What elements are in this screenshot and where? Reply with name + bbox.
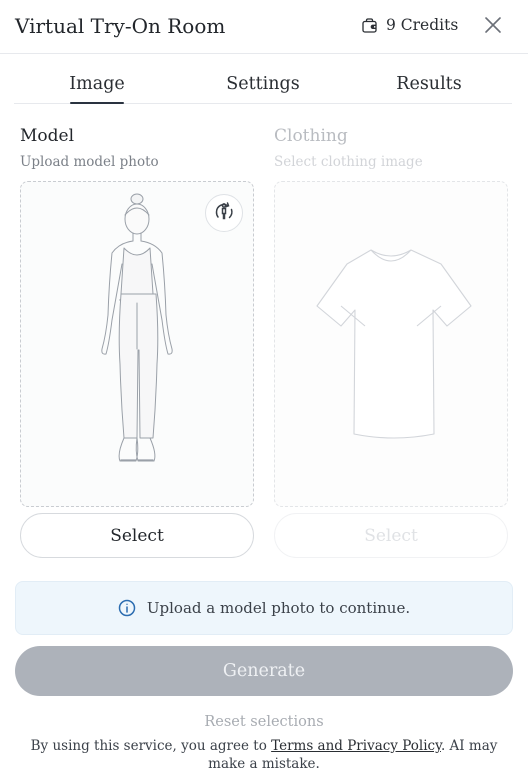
info-icon: [118, 599, 136, 617]
model-placeholder-image: [21, 193, 253, 506]
dialog-title: Virtual Try-On Room: [15, 14, 226, 38]
credits-count: 9 Credits: [386, 16, 459, 34]
dialog-header: Virtual Try-On Room 9 Credits: [0, 0, 528, 54]
swap-model-button[interactable]: [205, 194, 243, 232]
try-on-dialog: Virtual Try-On Room 9 Credits Image Sett…: [0, 0, 528, 783]
info-banner: Upload a model photo to continue.: [15, 581, 513, 635]
tab-settings[interactable]: Settings: [180, 62, 346, 103]
tab-image[interactable]: Image: [14, 62, 180, 103]
model-label: Model: [20, 126, 75, 146]
clothing-subtitle: Select clothing image: [274, 154, 423, 170]
tab-bar: Image Settings Results: [14, 62, 512, 104]
model-dropzone[interactable]: [20, 181, 254, 507]
clothing-dropzone[interactable]: [274, 181, 508, 507]
person-rotate-icon: [212, 199, 236, 227]
clothing-column: Clothing Select clothing image Select: [274, 126, 508, 558]
terms-notice: By using this service, you agree to Term…: [16, 737, 512, 773]
tab-results[interactable]: Results: [346, 62, 512, 103]
close-icon: [484, 16, 502, 38]
info-text: Upload a model photo to continue.: [146, 599, 411, 617]
reset-selections-link[interactable]: Reset selections: [0, 714, 528, 730]
terms-prefix: By using this service, you agree to: [30, 738, 272, 754]
clothing-label: Clothing: [274, 126, 348, 146]
tshirt-placeholder-image: [275, 249, 507, 506]
model-column: Model Upload model photo Select: [20, 126, 254, 558]
generate-button[interactable]: Generate: [15, 646, 513, 696]
model-select-button[interactable]: Select: [20, 513, 254, 558]
clothing-select-button[interactable]: Select: [274, 513, 508, 558]
wallet-bag-icon: [361, 17, 378, 34]
terms-privacy-link[interactable]: Terms and Privacy Policy: [271, 738, 441, 754]
credits-badge: 9 Credits: [361, 16, 458, 34]
model-subtitle: Upload model photo: [20, 154, 159, 170]
close-button[interactable]: [480, 14, 506, 40]
